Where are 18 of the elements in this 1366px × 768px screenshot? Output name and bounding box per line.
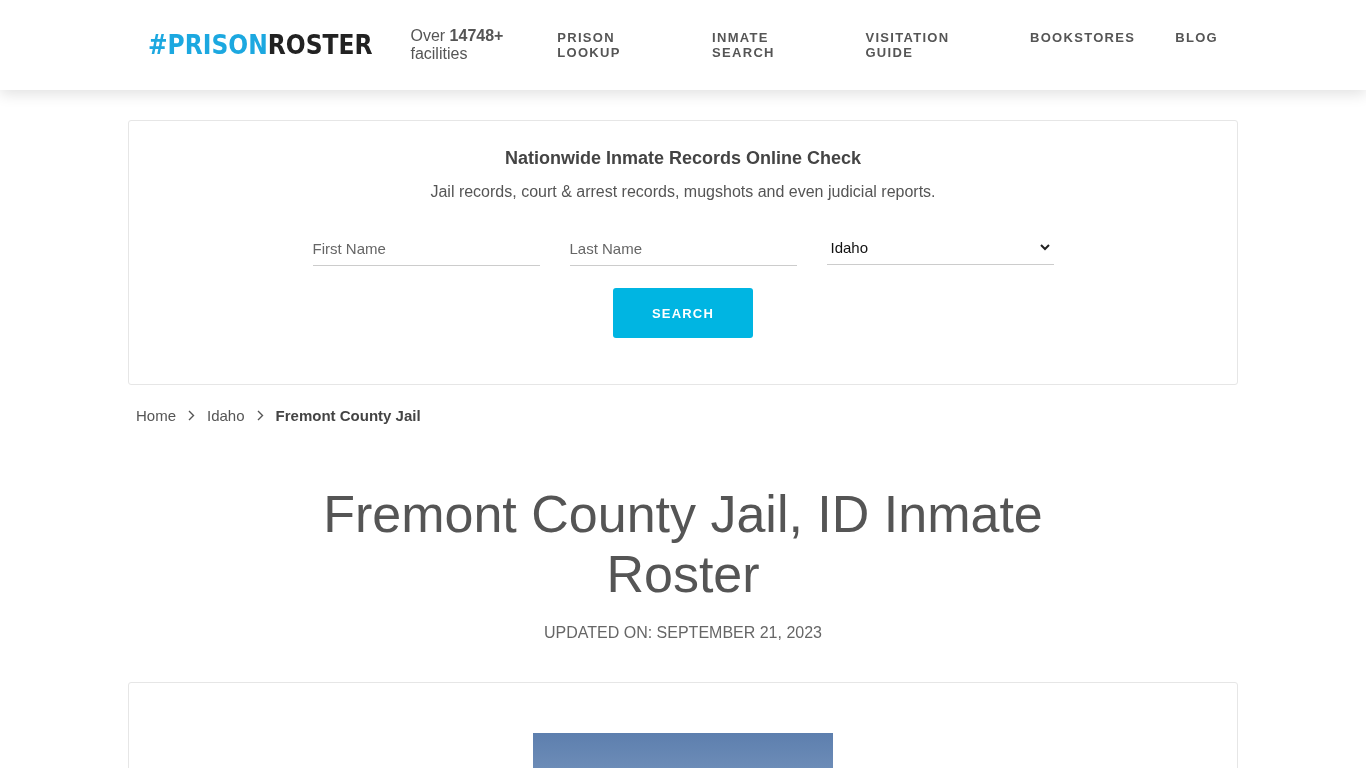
chevron-down-icon [1039,244,1050,251]
chevron-right-icon [188,410,195,421]
page-title: Fremont County Jail, ID Inmate Roster [322,484,1044,604]
updated-date: UPDATED ON: SEPTEMBER 21, 2023 [543,624,823,642]
breadcrumb-link[interactable]: Fremont County Jail [275,407,421,424]
chevron-right-icon [256,410,264,421]
nav-link[interactable]: VISITATION GUIDE [865,30,990,60]
breadcrumb-link[interactable]: Idaho [207,407,245,424]
site-logo[interactable]: #PRISONROSTER [148,30,373,60]
state-select[interactable]: Idaho [826,231,1054,265]
nav-link[interactable]: BOOKSTORES [1030,30,1136,60]
breadcrumb-link[interactable]: Home [136,407,176,424]
search-card-title: Nationwide Inmate Records Online Check [504,148,862,169]
nav-link[interactable]: PRISON LOOKUP [557,30,673,60]
nav-link[interactable]: BLOG [1175,30,1218,60]
nav-link[interactable]: INMATE SEARCH [712,30,826,60]
search-card-subtitle: Jail records, court & arrest records, mugshots and even judicial reports. [430,183,936,201]
facilities-count: Over 14748+ facilities [410,27,505,63]
